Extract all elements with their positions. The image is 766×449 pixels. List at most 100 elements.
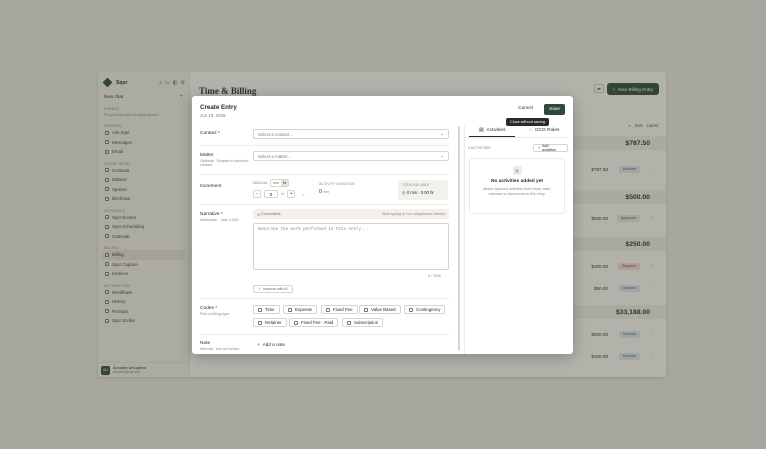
narrative-label: Narrative * Markdown · max 2,000: [200, 212, 252, 222]
increment-value[interactable]: 0: [264, 190, 278, 198]
chip-label: Subscription: [354, 320, 379, 325]
char-count: 0 / 2000: [428, 274, 441, 278]
form-scrollbar[interactable]: [458, 126, 460, 351]
duration-value: 0: [319, 189, 322, 195]
chip-label: Time: [265, 307, 275, 312]
note-label: Note Internal · not on invoice: [200, 341, 252, 351]
list-icon: ▤: [479, 128, 484, 133]
chevron-down-icon: ⌄: [440, 131, 444, 136]
improve-label: Improve with AI: [263, 287, 288, 291]
mode-label: Manual: [253, 181, 268, 185]
narrative-label-text: Narrative *: [200, 212, 223, 217]
stepper-unit: hr: [281, 192, 285, 196]
entry-form: Contact * Select a contact... ⌄ Matter O…: [192, 126, 458, 354]
increment-mode: Manual min hr: [253, 179, 289, 187]
code-chip-subscription[interactable]: Subscription: [342, 318, 384, 327]
code-chip-expense[interactable]: Expense: [283, 305, 318, 314]
plus-icon: +: [538, 146, 541, 150]
increment-stepper: − 0 hr + =: [253, 190, 305, 198]
divider: [200, 298, 449, 299]
banner-right: Start typing to run compliance checks: [381, 212, 445, 216]
tag-icon: [294, 320, 298, 325]
decrement-button[interactable]: −: [253, 190, 261, 198]
increment-label: Increment: [200, 184, 222, 189]
tab-activities[interactable]: ▤ Activities: [479, 128, 505, 133]
unit-option-min[interactable]: min: [271, 180, 281, 186]
code-chip-time[interactable]: Time: [253, 305, 280, 314]
scale-icon: [409, 307, 413, 312]
create-entry-dialog: Create Entry Jun 19, 2026 Cancel Save Cl…: [192, 96, 573, 354]
activities-count: 0 Activities: [468, 146, 491, 150]
add-activities-label: Add activities: [542, 144, 556, 152]
code-chip-contingency[interactable]: Contingency: [404, 305, 446, 314]
chip-label: Contingency: [416, 307, 441, 312]
lock-icon: [258, 320, 262, 325]
sparkle-icon: ✧: [258, 287, 262, 291]
dialog-title: Create Entry: [200, 104, 237, 111]
add-note-button[interactable]: + Add a note: [257, 342, 285, 347]
codes-hint: Pick a billing type: [200, 312, 230, 316]
empty-title: No activities added yet: [491, 179, 543, 184]
note-label-text: Note: [200, 341, 211, 346]
narrative-textarea[interactable]: Describe the work performed in this entr…: [253, 223, 449, 270]
divider: [200, 334, 449, 335]
dialog-date: Jun 19, 2026: [200, 113, 226, 118]
code-chip-fixed-fee[interactable]: Fixed Fee: [321, 305, 358, 314]
clock-icon: [258, 307, 262, 312]
tab-label: OCG Rules: [534, 128, 560, 133]
matter-select[interactable]: Select a matter... ⌄: [253, 151, 449, 161]
equals-icon: =: [302, 191, 305, 197]
activity-icon: ▥: [512, 166, 522, 175]
empty-description: Attach captured activities from email, c…: [483, 187, 551, 196]
repeat-icon: [347, 320, 351, 325]
tag-icon: [326, 307, 330, 312]
divider: [200, 174, 449, 175]
narrative-placeholder: Describe the work performed in this entr…: [258, 228, 369, 232]
total-billable-text: 0 min · 0.00 hr: [406, 190, 434, 195]
diamond-icon: [364, 307, 368, 312]
unit-toggle[interactable]: min hr: [269, 179, 289, 187]
chevron-down-icon: ⌄: [440, 153, 444, 158]
divider: [200, 145, 449, 146]
cancel-button[interactable]: Cancel: [518, 106, 533, 111]
duration-unit: min: [323, 190, 329, 194]
add-activities-button[interactable]: + Add activities: [533, 144, 568, 152]
activity-duration-value: 0 min: [319, 189, 355, 195]
activity-duration: Activity duration 0 min: [319, 182, 355, 195]
contact-placeholder: Select a contact...: [258, 131, 293, 137]
narrative-hint: Markdown · max 2,000: [200, 218, 239, 222]
code-chip-fixed-fee-paid[interactable]: Fixed Fee · Paid: [289, 318, 339, 327]
total-billable-label: Total billable: [402, 183, 430, 187]
contact-label: Contact *: [200, 131, 220, 136]
matter-label: Matter Optional. Scoped to selected cont…: [200, 153, 252, 168]
compliance-banner: ⊙ Corrections Start typing to run compli…: [253, 209, 449, 219]
activity-duration-label: Activity duration: [319, 182, 355, 186]
receipt-icon: [288, 307, 292, 312]
contact-select[interactable]: Select a contact... ⌄: [253, 129, 449, 139]
matter-label-text: Matter: [200, 153, 214, 158]
clock-icon: ◷: [402, 190, 406, 195]
improve-with-ai-button[interactable]: ✧ Improve with AI: [253, 285, 293, 293]
unit-option-hr[interactable]: hr: [280, 180, 288, 186]
activities-panel: ▤ Activities ◌ OCG Rules 0 Activities + …: [464, 126, 569, 354]
total-billable-box: Total billable ◷ 0 min · 0.00 hr: [398, 180, 448, 200]
panel-tabs: ▤ Activities ◌ OCG Rules: [465, 126, 569, 138]
tab-label: Activities: [486, 128, 506, 133]
tab-ocg-rules[interactable]: ◌ OCG Rules: [529, 128, 559, 133]
divider: [200, 204, 449, 205]
cancel-tooltip: Close without saving: [506, 118, 549, 126]
plus-icon: +: [257, 342, 260, 347]
chip-label: Retainer: [265, 320, 282, 325]
chip-label: Fixed Fee: [333, 307, 353, 312]
matter-placeholder: Select a matter...: [258, 153, 291, 159]
codes-label-text: Codes *: [200, 306, 218, 311]
empty-state: ▥ No activities added yet Attach capture…: [469, 158, 565, 214]
chip-label: Expense: [295, 307, 313, 312]
banner-left: Corrections: [261, 212, 281, 216]
code-chip-value-based[interactable]: Value Based: [359, 305, 401, 314]
code-chip-retainer[interactable]: Retainer: [253, 318, 287, 327]
save-button[interactable]: Save: [544, 104, 565, 115]
add-note-label: Add a note: [262, 342, 285, 347]
codes-label: Codes * Pick a billing type: [200, 306, 252, 316]
increment-button[interactable]: +: [287, 190, 296, 198]
